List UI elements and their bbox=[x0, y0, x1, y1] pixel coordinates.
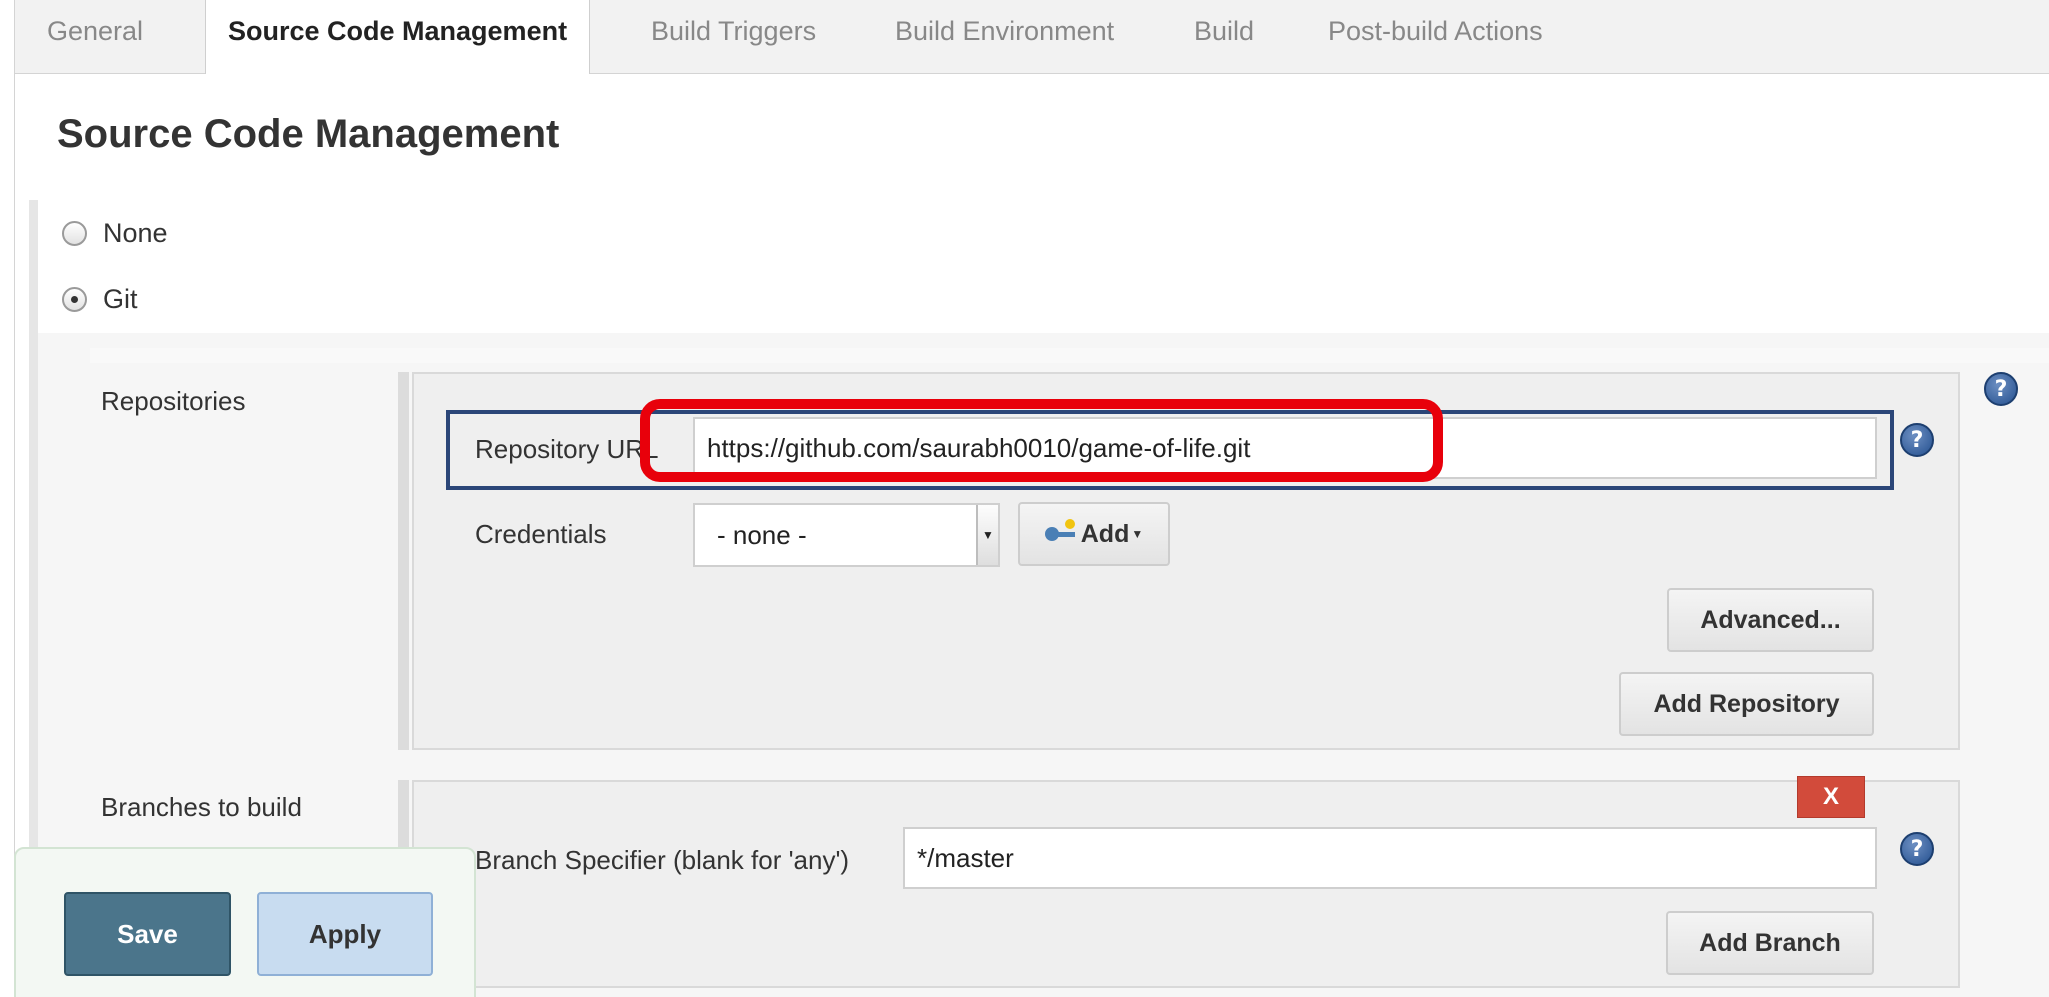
branch-specifier-help-icon[interactable]: ? bbox=[1900, 832, 1934, 866]
scm-option-none-label: None bbox=[103, 218, 168, 248]
branch-specifier-label: Branch Specifier (blank for 'any') bbox=[475, 845, 850, 875]
credentials-selected-value: - none - bbox=[717, 519, 807, 550]
tab-source-code-management[interactable]: Source Code Management bbox=[205, 0, 591, 75]
tab-post-build-actions[interactable]: Post-build Actions bbox=[1328, 16, 1543, 47]
tab-general[interactable]: General bbox=[47, 16, 143, 47]
scm-option-git-label: Git bbox=[103, 284, 138, 314]
delete-branch-button[interactable]: X bbox=[1797, 776, 1865, 818]
apply-button[interactable]: Apply bbox=[257, 892, 433, 976]
add-branch-button[interactable]: Add Branch bbox=[1666, 911, 1874, 975]
repository-url-highlight-box bbox=[640, 399, 1443, 482]
scm-option-none[interactable]: None bbox=[62, 218, 168, 249]
branches-to-build-label: Branches to build bbox=[101, 792, 302, 822]
repositories-help-icon[interactable]: ? bbox=[1984, 372, 2018, 406]
caret-down-icon: ▼ bbox=[1131, 527, 1144, 541]
add-credentials-label: Add bbox=[1080, 519, 1130, 548]
tab-build-triggers[interactable]: Build Triggers bbox=[651, 16, 816, 47]
chevron-down-icon[interactable]: ▼ bbox=[976, 505, 998, 565]
repository-url-help-icon[interactable]: ? bbox=[1900, 423, 1934, 457]
key-icon bbox=[1044, 519, 1075, 541]
add-credentials-button[interactable]: Add ▼ bbox=[1018, 502, 1170, 566]
repositories-label: Repositories bbox=[101, 386, 246, 416]
credentials-select[interactable]: - none - ▼ bbox=[693, 503, 1000, 567]
credentials-label: Credentials bbox=[475, 519, 607, 549]
repositories-rule bbox=[398, 372, 409, 750]
scm-option-git[interactable]: Git bbox=[62, 284, 138, 315]
save-button[interactable]: Save bbox=[64, 892, 231, 976]
section-title: Source Code Management bbox=[57, 112, 560, 156]
jenkins-config-page: General Source Code Management Build Tri… bbox=[0, 0, 2049, 997]
config-tab-bar: General Source Code Management Build Tri… bbox=[14, 0, 2049, 75]
tab-build[interactable]: Build bbox=[1194, 16, 1254, 47]
add-repository-button[interactable]: Add Repository bbox=[1619, 672, 1874, 736]
tab-build-environment[interactable]: Build Environment bbox=[895, 16, 1114, 47]
radio-git[interactable] bbox=[62, 287, 87, 312]
radio-none[interactable] bbox=[62, 221, 87, 246]
advanced-button[interactable]: Advanced... bbox=[1667, 588, 1874, 652]
branch-specifier-input[interactable]: */master bbox=[903, 827, 1877, 889]
git-config-area-top bbox=[90, 348, 2049, 363]
